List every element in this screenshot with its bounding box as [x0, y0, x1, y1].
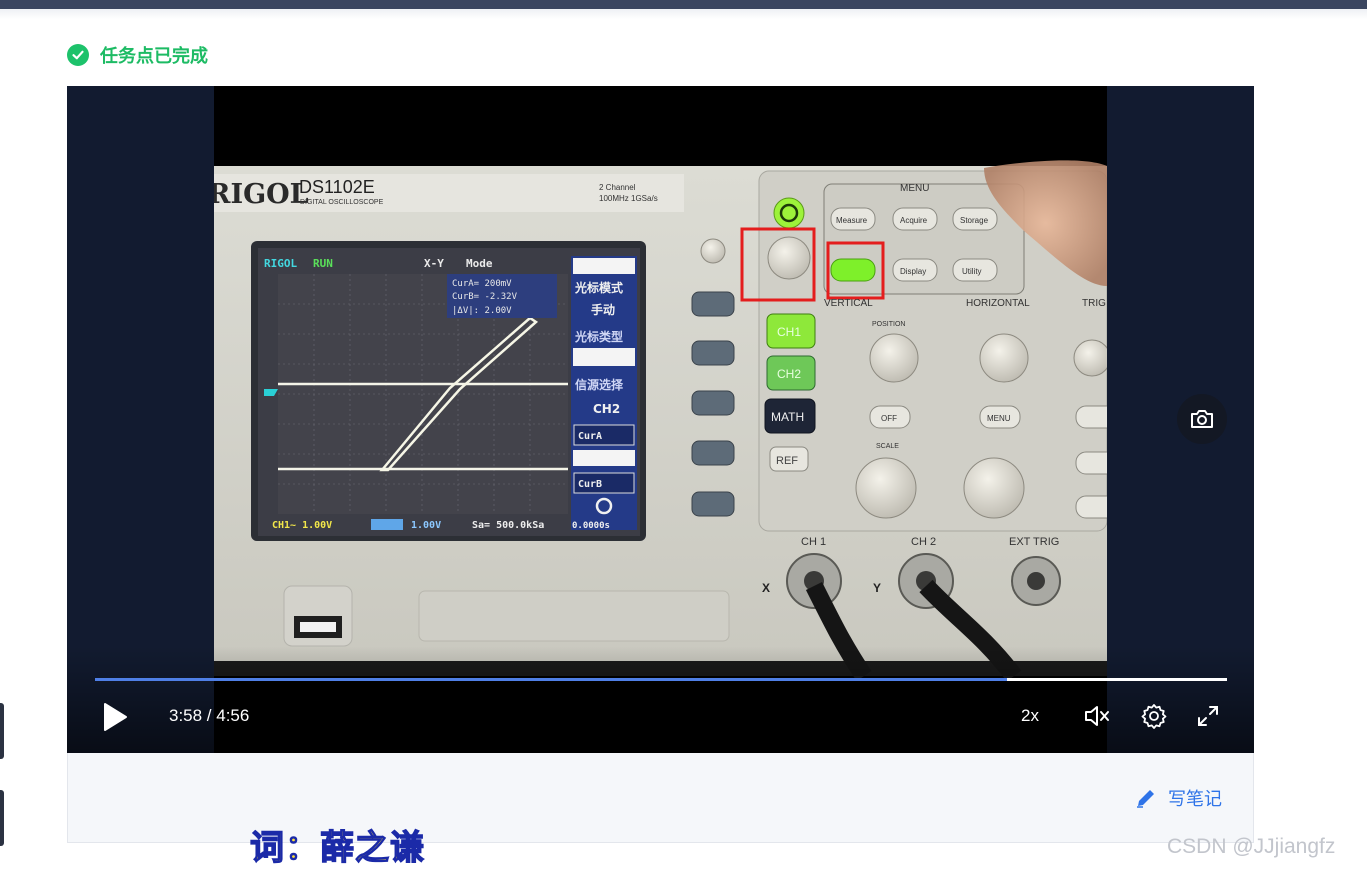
screen-menu-source: 信源选择	[575, 377, 624, 392]
panel-x: X	[762, 581, 770, 595]
subtitle-name: 薛之谦	[319, 827, 425, 868]
panel-measure: Measure	[836, 216, 868, 225]
panel-y: Y	[873, 581, 881, 595]
pencil-icon	[1137, 790, 1154, 808]
screen-cursor-b: CurB= -2.32V	[452, 292, 518, 302]
lyric-subtitle: 词：薛之谦	[249, 820, 425, 869]
panel-ext-trig: EXT TRIG	[1009, 536, 1059, 548]
side-tab-lower[interactable]	[0, 790, 4, 846]
panel-acquire: Acquire	[900, 216, 928, 225]
panel-ref: REF	[776, 455, 798, 467]
screen-top-left: RIGOL	[264, 257, 297, 270]
time-readout: 3:58 / 4:56	[169, 706, 250, 725]
progress-bar[interactable]	[95, 678, 1227, 681]
screen-delta: |ΔV|: 2.00V	[452, 306, 512, 316]
side-tab-upper[interactable]	[0, 703, 4, 759]
scope-brand: RIGOL	[214, 179, 309, 210]
panel-in-ch1: CH 1	[801, 536, 826, 548]
top-nav-shadow	[0, 9, 1367, 19]
fullscreen-icon	[1198, 706, 1218, 726]
panel-ch1: CH1	[777, 325, 801, 339]
screen-bottom-ch2: 1.00V	[411, 520, 441, 531]
panel-vertical: VERTICAL	[824, 298, 873, 309]
screen-cur-a: CurA	[578, 431, 602, 442]
screen-bottom-t: 0.0000s	[572, 521, 610, 531]
write-note-button[interactable]: 写笔记	[1134, 785, 1222, 811]
scope-model-sub: DIGITAL OSCILLOSCOPE	[300, 199, 384, 206]
subtitle-key: 词：	[249, 827, 320, 868]
panel-scale: SCALE	[876, 443, 899, 450]
screen-mode-word: Mode	[466, 257, 493, 270]
scope-model: DS1102E	[299, 177, 375, 197]
screen-run: RUN	[313, 257, 333, 270]
video-player[interactable]: RIGOL DS1102E DIGITAL OSCILLOSCOPE 2 Cha…	[67, 86, 1254, 753]
top-nav-bar	[0, 0, 1367, 9]
panel-in-ch2: CH 2	[911, 536, 936, 548]
settings-button[interactable]	[1138, 700, 1170, 732]
panel-menu: MENU	[900, 183, 929, 194]
playback-speed-button[interactable]: 2x	[1015, 702, 1045, 730]
play-icon	[104, 703, 127, 731]
scope-spec-1: 2 Channel	[599, 183, 636, 192]
panel-position: POSITION	[872, 321, 905, 328]
panel-storage: Storage	[960, 216, 989, 225]
note-bar: 写笔记	[67, 753, 1254, 843]
screen-menu-title: 光标模式	[574, 280, 623, 295]
panel-trig: TRIG	[1082, 298, 1106, 309]
watermark: CSDN @JJjiangfz	[1167, 835, 1336, 858]
volume-mute-icon	[1085, 706, 1109, 726]
screen-menu-ch: CH2	[593, 402, 620, 416]
scope-spec-2: 100MHz 1GSa/s	[599, 194, 658, 203]
play-button[interactable]	[97, 699, 133, 735]
progress-fill	[95, 678, 1008, 681]
write-note-label: 写笔记	[1168, 789, 1222, 810]
panel-horizontal: HORIZONTAL	[966, 298, 1030, 309]
screen-cursor-a: CurA= 200mV	[452, 279, 512, 289]
panel-off: OFF	[881, 414, 897, 423]
controls-backdrop	[67, 646, 1254, 753]
screen-bottom-ch1: CH1~ 1.00V	[272, 520, 332, 531]
screen-menu-type: 光标类型	[574, 329, 623, 344]
task-status-label: 任务点已完成	[100, 46, 208, 67]
panel-math: MATH	[771, 410, 804, 424]
task-status: 任务点已完成	[67, 42, 208, 68]
check-circle-icon	[67, 44, 89, 66]
mute-button[interactable]	[1081, 700, 1113, 732]
screen-bottom-sa: Sa= 500.0kSa	[472, 520, 544, 531]
fullscreen-button[interactable]	[1192, 700, 1224, 732]
screen-cur-b: CurB	[578, 479, 602, 490]
panel-utility: Utility	[962, 267, 982, 276]
gear-icon	[1141, 704, 1167, 729]
screen-menu-mode: 手动	[591, 302, 615, 317]
panel-menu-btn: MENU	[987, 414, 1011, 423]
snapshot-button[interactable]	[1177, 394, 1227, 444]
panel-ch2: CH2	[777, 367, 801, 381]
panel-display: Display	[900, 267, 926, 276]
camera-icon	[1191, 410, 1213, 428]
screen-mode-label: X-Y	[424, 257, 444, 270]
